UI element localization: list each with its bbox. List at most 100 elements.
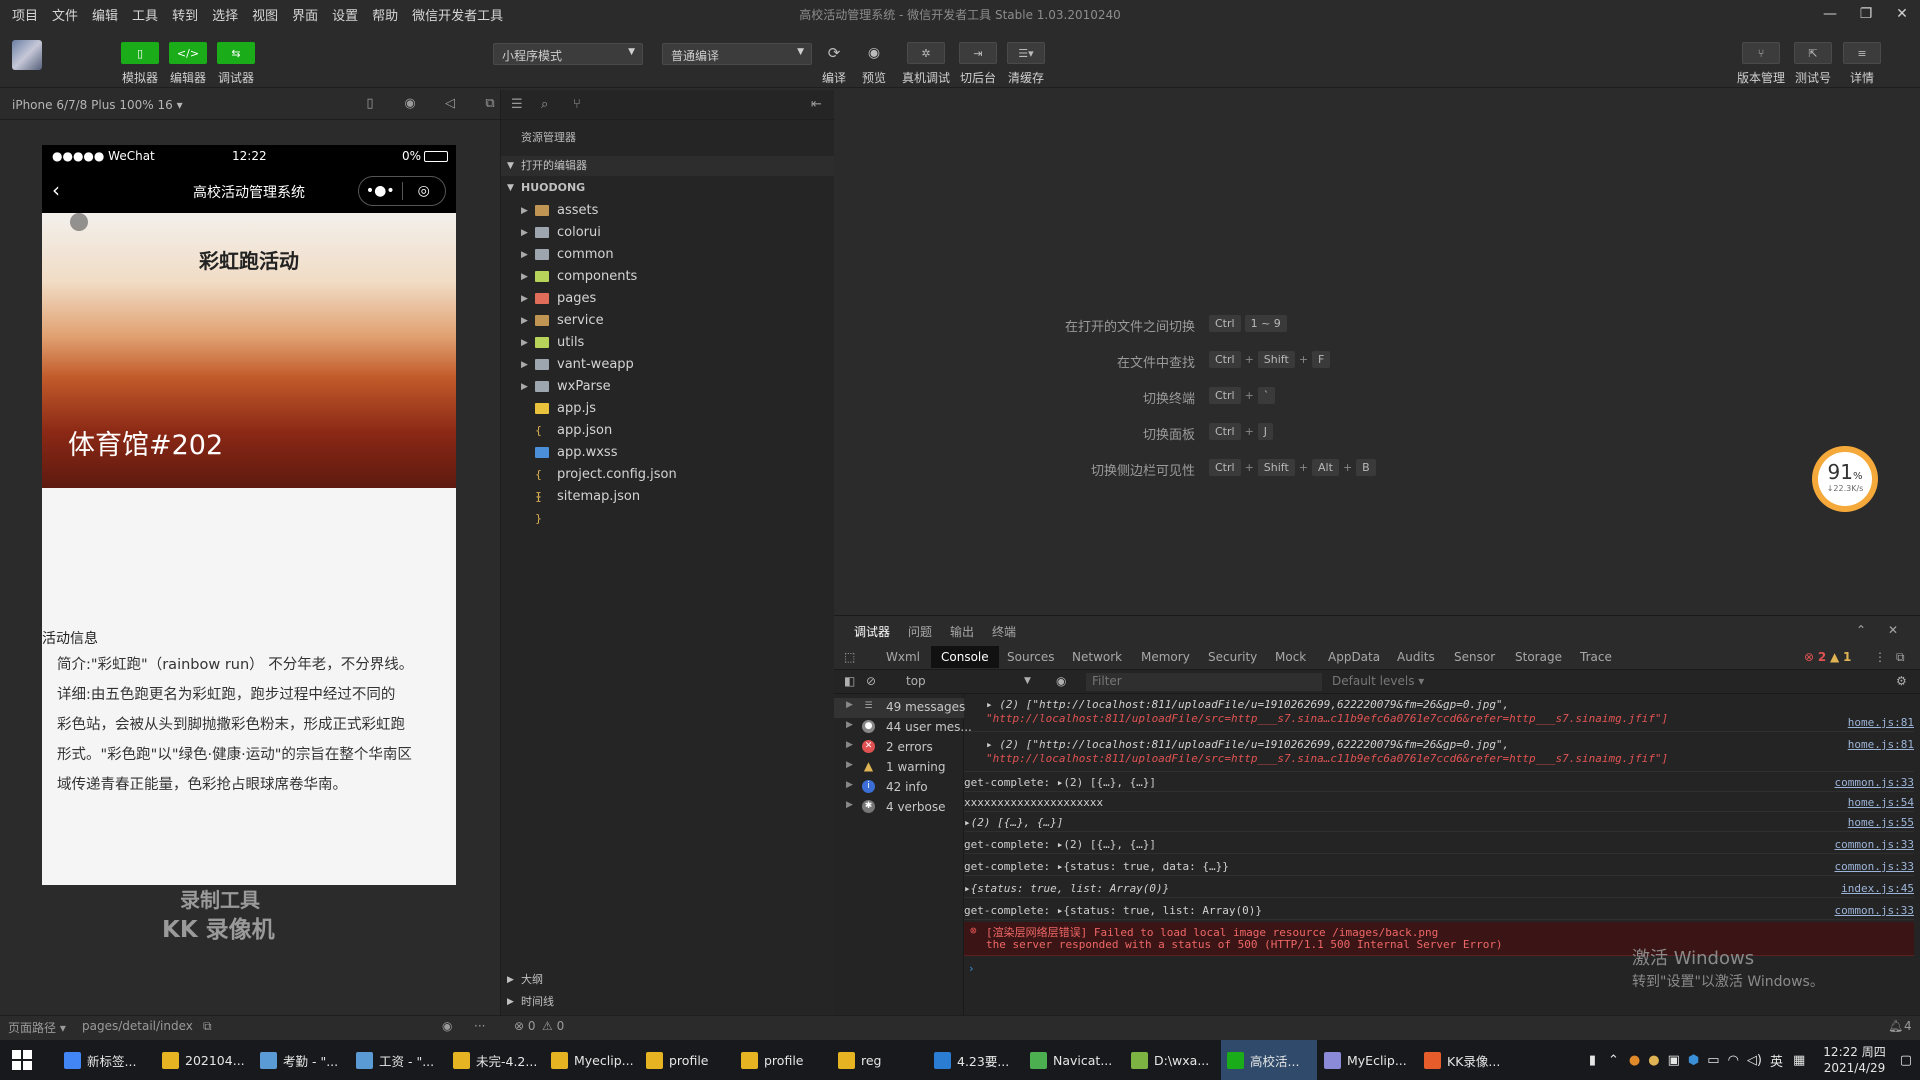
tab-terminal[interactable]: 终端	[992, 623, 1016, 640]
tray-app-icon[interactable]: ▣	[1668, 1053, 1680, 1068]
tree-item-vant-weapp[interactable]: ▶ vant-weapp	[501, 354, 835, 376]
inspect-icon[interactable]: ⬚	[844, 650, 855, 664]
log-entry[interactable]: get-complete: ▸{status: true, data: {…}}…	[964, 858, 1914, 876]
tree-item-sitemap[interactable]: { } sitemap.json	[501, 486, 835, 525]
error-badge[interactable]: ⊗ 2	[1804, 650, 1826, 664]
log-source-link[interactable]: index.js:45	[1841, 882, 1914, 895]
log-entry[interactable]: get-complete: ▸{status: true, list: Arra…	[964, 902, 1914, 920]
bell-icon[interactable]: 🔔︎	[1888, 1019, 1903, 1033]
keyboard-icon[interactable]: ▦	[1793, 1053, 1805, 1068]
battery-icon[interactable]: ▮	[1589, 1053, 1596, 1068]
tab-sources[interactable]: Sources	[1007, 650, 1054, 664]
tab-sensor[interactable]: Sensor	[1454, 650, 1495, 664]
compile-select[interactable]: 普通编译 ▼	[662, 43, 812, 65]
tab-problems[interactable]: 问题	[908, 623, 932, 640]
tab-wxml[interactable]: Wxml	[886, 650, 920, 664]
sidebar-item-errors[interactable]: ▶ ✕ 2 errors	[834, 738, 964, 758]
menu-interface[interactable]: 界面	[292, 5, 318, 24]
sidebar-toggle-icon[interactable]: ◧	[844, 674, 855, 688]
taskbar-item[interactable]: 高校活...	[1221, 1040, 1317, 1080]
avatar[interactable]	[12, 40, 42, 70]
menu-tools[interactable]: 工具	[132, 5, 158, 24]
warning-badge[interactable]: ▲ 1	[1830, 650, 1851, 664]
tab-debugger[interactable]: 调试器	[854, 623, 891, 646]
undock-icon[interactable]: ⧉	[1896, 650, 1905, 665]
log-source-link[interactable]: common.js:33	[1835, 838, 1914, 851]
debugger-button[interactable]: ⇆ 调试器	[212, 42, 260, 86]
tree-item-project-config[interactable]: { } project.config.json	[501, 464, 835, 503]
maximize-icon[interactable]: ❐	[1848, 0, 1884, 28]
tab-output[interactable]: 输出	[950, 623, 974, 640]
log-entry[interactable]: ▸{status: true, list: Array(0)} index.js:…	[964, 880, 1914, 898]
tree-item-wxparse[interactable]: ▶ wxParse	[501, 376, 835, 398]
menu-help[interactable]: 帮助	[372, 5, 398, 24]
log-source-link[interactable]: common.js:33	[1835, 776, 1914, 789]
taskbar-item[interactable]: 未完-4.2...	[447, 1040, 543, 1080]
log-source-link[interactable]: common.js:33	[1835, 860, 1914, 873]
clear-console-icon[interactable]: ⊘	[866, 674, 876, 688]
tab-trace[interactable]: Trace	[1580, 650, 1612, 664]
taskbar-item[interactable]: Navicat...	[1024, 1040, 1120, 1080]
shield-icon[interactable]: ⬢	[1688, 1053, 1699, 1068]
tray-app-icon[interactable]: ●	[1648, 1053, 1659, 1068]
display-icon[interactable]: ▭	[1707, 1053, 1719, 1068]
taskbar-clock[interactable]: 12:22 周四 2021/4/29	[1823, 1044, 1885, 1076]
sidebar-item-warnings[interactable]: ▶ ▲ 1 warning	[834, 758, 964, 778]
log-entry[interactable]: get-complete: ▸(2) [{…}, {…}] common.js:3…	[964, 836, 1914, 854]
tree-item-pages[interactable]: ▶ pages	[501, 288, 835, 310]
test-account-button[interactable]: ⇱ 测试号	[1789, 42, 1837, 86]
taskbar-item[interactable]: D:\wxa...	[1125, 1040, 1221, 1080]
menu-goto[interactable]: 转到	[172, 5, 198, 24]
menu-view[interactable]: 视图	[252, 5, 278, 24]
log-error-entry[interactable]: ⊗ [渲染层网络层错误] Failed to load local image …	[964, 922, 1914, 956]
mode-select[interactable]: 小程序模式 ▼	[493, 43, 643, 65]
sidebar-item-verbose[interactable]: ▶ ✱ 4 verbose	[834, 798, 964, 818]
levels-select[interactable]: Default levels ▾	[1332, 674, 1424, 688]
log-entry[interactable]: ▸ (2) ["http://localhost:811/uploadFile/…	[964, 696, 1914, 732]
details-button[interactable]: ≡ 详情	[1838, 42, 1886, 86]
eye-icon[interactable]: ◉	[442, 1019, 452, 1033]
context-select[interactable]: top	[906, 674, 926, 688]
log-source-link[interactable]: home.js:54	[1848, 796, 1914, 809]
log-source-link[interactable]: home.js:55	[1848, 816, 1914, 829]
taskbar-item[interactable]: 新标签...	[58, 1040, 154, 1080]
console-filter-input[interactable]: Filter	[1086, 673, 1322, 691]
background-button[interactable]: ⇥ 切后台	[954, 42, 1002, 86]
volume-icon[interactable]: ◁)	[1747, 1053, 1762, 1068]
page-path-label[interactable]: 页面路径 ▾	[8, 1019, 66, 1036]
warning-count[interactable]: ⚠ 0	[542, 1019, 564, 1033]
phone-icon[interactable]: ▯	[350, 96, 390, 111]
menu-edit[interactable]: 编辑	[92, 5, 118, 24]
eye-icon[interactable]: ◉	[1056, 674, 1066, 688]
log-entry[interactable]: ▸(2) [{…}, {…}] home.js:55	[964, 814, 1914, 832]
search-icon[interactable]: ⌕	[541, 97, 548, 112]
chevron-up-icon[interactable]: ⌃	[1608, 1053, 1619, 1068]
taskbar-item[interactable]: profile	[735, 1040, 831, 1080]
minimize-icon[interactable]: —	[1812, 0, 1848, 28]
taskbar-item[interactable]: 工资 - "...	[350, 1040, 446, 1080]
close-icon[interactable]: ✕	[1888, 623, 1898, 637]
taskbar-item[interactable]: MyEclip...	[1318, 1040, 1414, 1080]
copy-icon[interactable]: ⧉	[203, 1019, 212, 1034]
log-source-link[interactable]: common.js:33	[1835, 904, 1914, 917]
collapse-icon[interactable]: ⇤	[811, 97, 822, 112]
tree-item-colorui[interactable]: ▶ colorui	[501, 222, 835, 244]
tab-security[interactable]: Security	[1208, 650, 1257, 664]
project-section[interactable]: ▼ HUODONG	[501, 178, 835, 198]
log-entry[interactable]: xxxxxxxxxxxxxxxxxxxxx home.js:54	[964, 794, 1914, 812]
simulator-button[interactable]: ▯ 模拟器	[116, 42, 164, 86]
volume-icon[interactable]: ◁	[430, 96, 470, 111]
tree-item-service[interactable]: ▶ service	[501, 310, 835, 332]
page-path[interactable]: pages/detail/index	[82, 1019, 193, 1033]
menu-file[interactable]: 文件	[52, 5, 78, 24]
chevron-down-icon[interactable]: ▼	[1024, 676, 1031, 686]
close-target-icon[interactable]: ◎	[403, 183, 446, 199]
tab-storage[interactable]: Storage	[1515, 650, 1562, 664]
tab-audits[interactable]: Audits	[1397, 650, 1435, 664]
device-select[interactable]: iPhone 6/7/8 Plus 100% 16 ▾	[12, 98, 183, 112]
tree-item-assets[interactable]: ▶ assets	[501, 200, 835, 222]
menu-settings[interactable]: 设置	[332, 5, 358, 24]
taskbar-item[interactable]: Myeclip...	[545, 1040, 641, 1080]
tree-item-common[interactable]: ▶ common	[501, 244, 835, 266]
log-entry[interactable]: ▸ (2) ["http://localhost:811/uploadFile/…	[964, 736, 1914, 772]
